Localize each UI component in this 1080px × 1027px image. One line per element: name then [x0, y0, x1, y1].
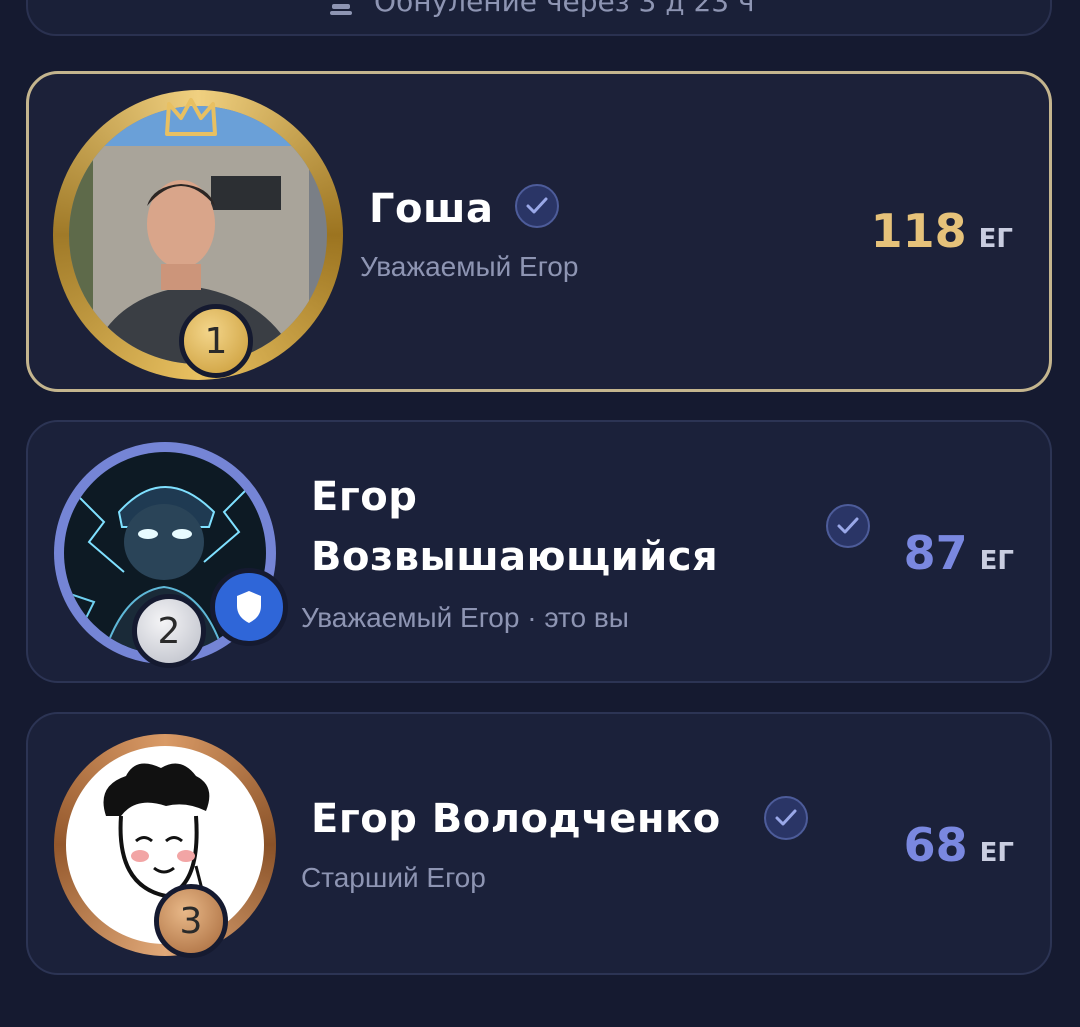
- leader-title-1: Уважаемый Егор: [360, 251, 579, 282]
- reset-timer-row: Обнуление через 3 д 23 ч: [328, 0, 755, 18]
- leader-score-1: 118 ЕГ: [871, 204, 1013, 258]
- avatar-3[interactable]: 3: [54, 734, 276, 958]
- score-unit-3: ЕГ: [979, 838, 1014, 868]
- verified-check-icon: [764, 796, 808, 840]
- rank-badge-1: 1: [179, 304, 253, 378]
- avatar-2[interactable]: 2: [54, 442, 288, 668]
- verified-check-icon: [826, 504, 870, 548]
- score-value-1: 118: [870, 204, 967, 258]
- score-unit-2: ЕГ: [979, 546, 1014, 576]
- leader-score-3: 68 ЕГ: [904, 818, 1014, 872]
- score-value-2: 87: [903, 526, 968, 580]
- timer-icon: [330, 4, 352, 15]
- verified-check-icon: [515, 184, 559, 228]
- leader-card-3[interactable]: 3 Егор Володченко Старший Егор 68 ЕГ: [26, 712, 1052, 975]
- avatar-1[interactable]: 1: [53, 90, 343, 380]
- rank-badge-2: 2: [132, 594, 206, 668]
- crown-icon: [165, 98, 217, 136]
- leader-card-2[interactable]: 2 Егор Возвышающийся Уважаемый Егор · эт…: [26, 420, 1052, 683]
- reset-timer-text: Обнуление через 3 д 23 ч: [374, 0, 755, 18]
- shield-icon: [237, 591, 261, 623]
- leader-card-1[interactable]: 1 Гоша Уважаемый Егор 118 ЕГ: [26, 71, 1052, 392]
- score-value-3: 68: [903, 818, 968, 872]
- leader-score-2: 87 ЕГ: [904, 526, 1014, 580]
- rank-badge-3: 3: [154, 884, 228, 958]
- leader-name-3: Егор Володченко: [311, 796, 721, 842]
- leader-title-3: Старший Егор: [301, 862, 486, 893]
- leader-name-2-line1: Егор: [311, 474, 418, 520]
- leader-title-2: Уважаемый Егор · это вы: [301, 602, 629, 633]
- reset-timer-card: Обнуление через 3 д 23 ч: [26, 0, 1052, 36]
- shield-badge: [210, 568, 288, 646]
- score-unit-1: ЕГ: [978, 224, 1013, 254]
- leader-name-1: Гоша: [369, 186, 494, 232]
- leader-name-2-line2: Возвышающийся: [311, 534, 719, 580]
